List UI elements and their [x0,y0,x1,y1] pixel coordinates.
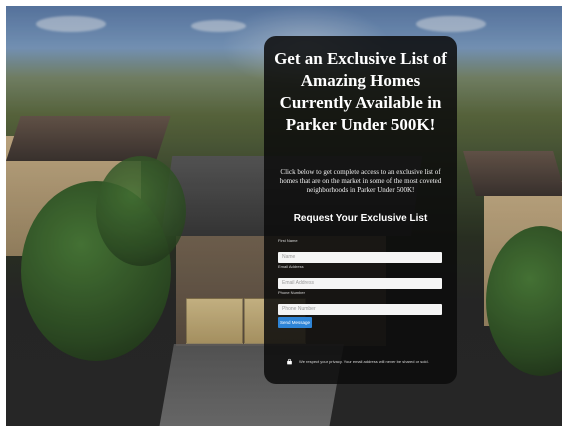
phone-label: Phone Number [278,290,305,295]
background-image: Get an Exclusive List of Amazing Homes C… [6,6,562,426]
email-field: Email Address [278,264,442,289]
lock-icon [286,358,293,365]
first-name-field: First Name [278,238,442,263]
send-message-button[interactable]: Send Message [278,317,312,328]
lead-form-card: Get an Exclusive List of Amazing Homes C… [264,36,457,384]
form-description: Click below to get complete access to an… [279,168,442,194]
privacy-notice: We respect your privacy. Your email addr… [286,358,447,365]
first-name-label: First Name [278,238,298,243]
first-name-input[interactable] [278,251,442,263]
phone-field: Phone Number [278,290,442,315]
phone-input[interactable] [278,303,442,315]
privacy-text: We respect your privacy. Your email addr… [299,358,429,364]
email-label: Email Address [278,264,304,269]
form-subheading: Request Your Exclusive List [293,213,428,224]
email-input[interactable] [278,277,442,289]
form-heading: Get an Exclusive List of Amazing Homes C… [274,49,447,134]
